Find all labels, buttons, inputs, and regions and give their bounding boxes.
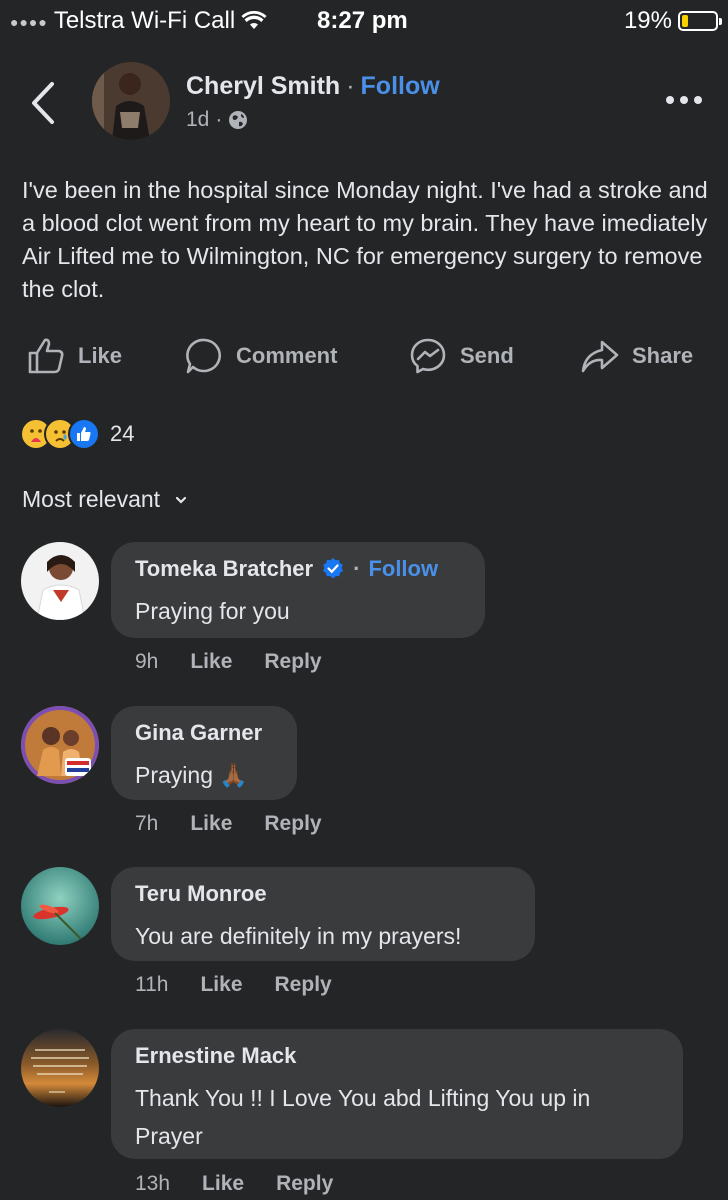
commenter-name[interactable]: Tomeka Bratcher <box>135 556 313 582</box>
carrier: ●●●● Telstra Wi-Fi Call <box>10 7 267 35</box>
battery-icon <box>678 11 722 31</box>
comment-age: 11h <box>135 973 169 996</box>
comment-text: Praying for you <box>135 598 290 624</box>
thumbs-up-icon <box>28 338 64 374</box>
more-horizontal-icon <box>666 96 702 104</box>
comment-bubble[interactable]: Ernestine Mack Thank You !! I Love You a… <box>111 1029 683 1159</box>
comment-sort-dropdown[interactable]: Most relevant <box>22 486 188 513</box>
follow-button[interactable]: Follow <box>368 556 438 582</box>
separator-dot: · <box>346 72 355 100</box>
comment-bubble-icon <box>186 338 221 374</box>
comment-actions: 11h Like Reply <box>135 973 364 997</box>
verified-badge-icon <box>323 558 344 579</box>
clock: 8:27 pm <box>317 7 408 34</box>
reactions-summary[interactable]: 24 <box>20 416 134 452</box>
commenter-name[interactable]: Ernestine Mack <box>135 1043 659 1069</box>
back-button[interactable] <box>26 80 66 126</box>
comment-bubble[interactable]: Gina Garner Praying 🙏🏾 <box>111 706 297 800</box>
comment-age: 9h <box>135 650 159 673</box>
post-body: I've been in the hospital since Monday n… <box>22 177 708 302</box>
comment-bubble[interactable]: Tomeka Bratcher · Follow Praying for you <box>111 542 485 638</box>
battery-indicator: 19% <box>623 7 722 35</box>
author-line: Cheryl Smith · Follow <box>186 72 440 101</box>
reaction-count: 24 <box>110 421 135 446</box>
share-arrow-icon <box>581 340 619 373</box>
comment-actions: 9h Like Reply <box>135 650 354 674</box>
comment-reply-button[interactable]: Reply <box>275 973 332 997</box>
comment-actions: 13h Like Reply <box>135 1172 365 1196</box>
share-button[interactable]: Share <box>580 332 693 380</box>
status-bar: ●●●● Telstra Wi-Fi Call 8:27 pm 19% <box>0 0 728 42</box>
separator-dot: · <box>215 108 223 131</box>
comment-age: 13h <box>135 1172 171 1195</box>
wifi-icon <box>241 11 267 29</box>
post-age[interactable]: 1d <box>186 108 209 132</box>
comment-reply-button[interactable]: Reply <box>264 812 321 836</box>
commenter-name[interactable]: Teru Monroe <box>135 881 511 907</box>
commenter-name-row: Tomeka Bratcher · Follow <box>135 556 461 582</box>
author-avatar[interactable] <box>92 62 170 140</box>
post-action-bar: Like Comment Send Share <box>0 332 728 380</box>
commenter-name[interactable]: Gina Garner <box>135 720 273 746</box>
comment-actions: 7h Like Reply <box>135 812 354 836</box>
comment-text: Thank You !! I Love You abd Lifting You … <box>135 1085 591 1149</box>
sort-label: Most relevant <box>22 486 161 512</box>
messenger-icon <box>410 338 446 374</box>
battery-percent: 19% <box>623 7 672 34</box>
commenter-avatar[interactable] <box>21 867 99 945</box>
comment-like-button[interactable]: Like <box>190 812 232 836</box>
commenter-avatar[interactable] <box>21 706 99 784</box>
like-button[interactable]: Like <box>26 332 122 380</box>
comment-bubble[interactable]: Teru Monroe You are definitely in my pra… <box>111 867 535 961</box>
comment-like-button[interactable]: Like <box>190 650 232 674</box>
carrier-label: Telstra Wi-Fi Call <box>53 7 236 34</box>
post-header: Cheryl Smith · Follow 1d · <box>0 58 728 148</box>
more-options-button[interactable] <box>664 90 704 110</box>
share-label: Share <box>632 343 694 368</box>
send-button[interactable]: Send <box>408 332 514 380</box>
comment-text: Praying 🙏🏾 <box>135 762 249 788</box>
comment-like-button[interactable]: Like <box>202 1172 244 1196</box>
post-meta: 1d · <box>186 108 248 132</box>
like-label: Like <box>78 343 123 368</box>
comment-reply-button[interactable]: Reply <box>264 650 321 674</box>
comment-age: 7h <box>135 812 159 835</box>
comment-button[interactable]: Comment <box>184 332 337 380</box>
chevron-down-icon <box>175 496 187 504</box>
follow-button[interactable]: Follow <box>361 72 440 101</box>
chevron-left-icon <box>32 82 54 124</box>
author-name[interactable]: Cheryl Smith <box>186 72 340 101</box>
commenter-avatar[interactable] <box>21 1029 99 1107</box>
globe-icon <box>229 111 248 129</box>
comment-text: You are definitely in my prayers! <box>135 923 462 949</box>
comment-label: Comment <box>236 343 338 368</box>
commenter-avatar[interactable] <box>21 542 99 620</box>
signal-icon: ●●●● <box>10 14 48 30</box>
comment-like-button[interactable]: Like <box>200 973 242 997</box>
like-reaction-icon <box>68 418 100 450</box>
send-label: Send <box>460 343 514 368</box>
comment-reply-button[interactable]: Reply <box>276 1172 333 1196</box>
separator-dot: · <box>353 556 361 581</box>
